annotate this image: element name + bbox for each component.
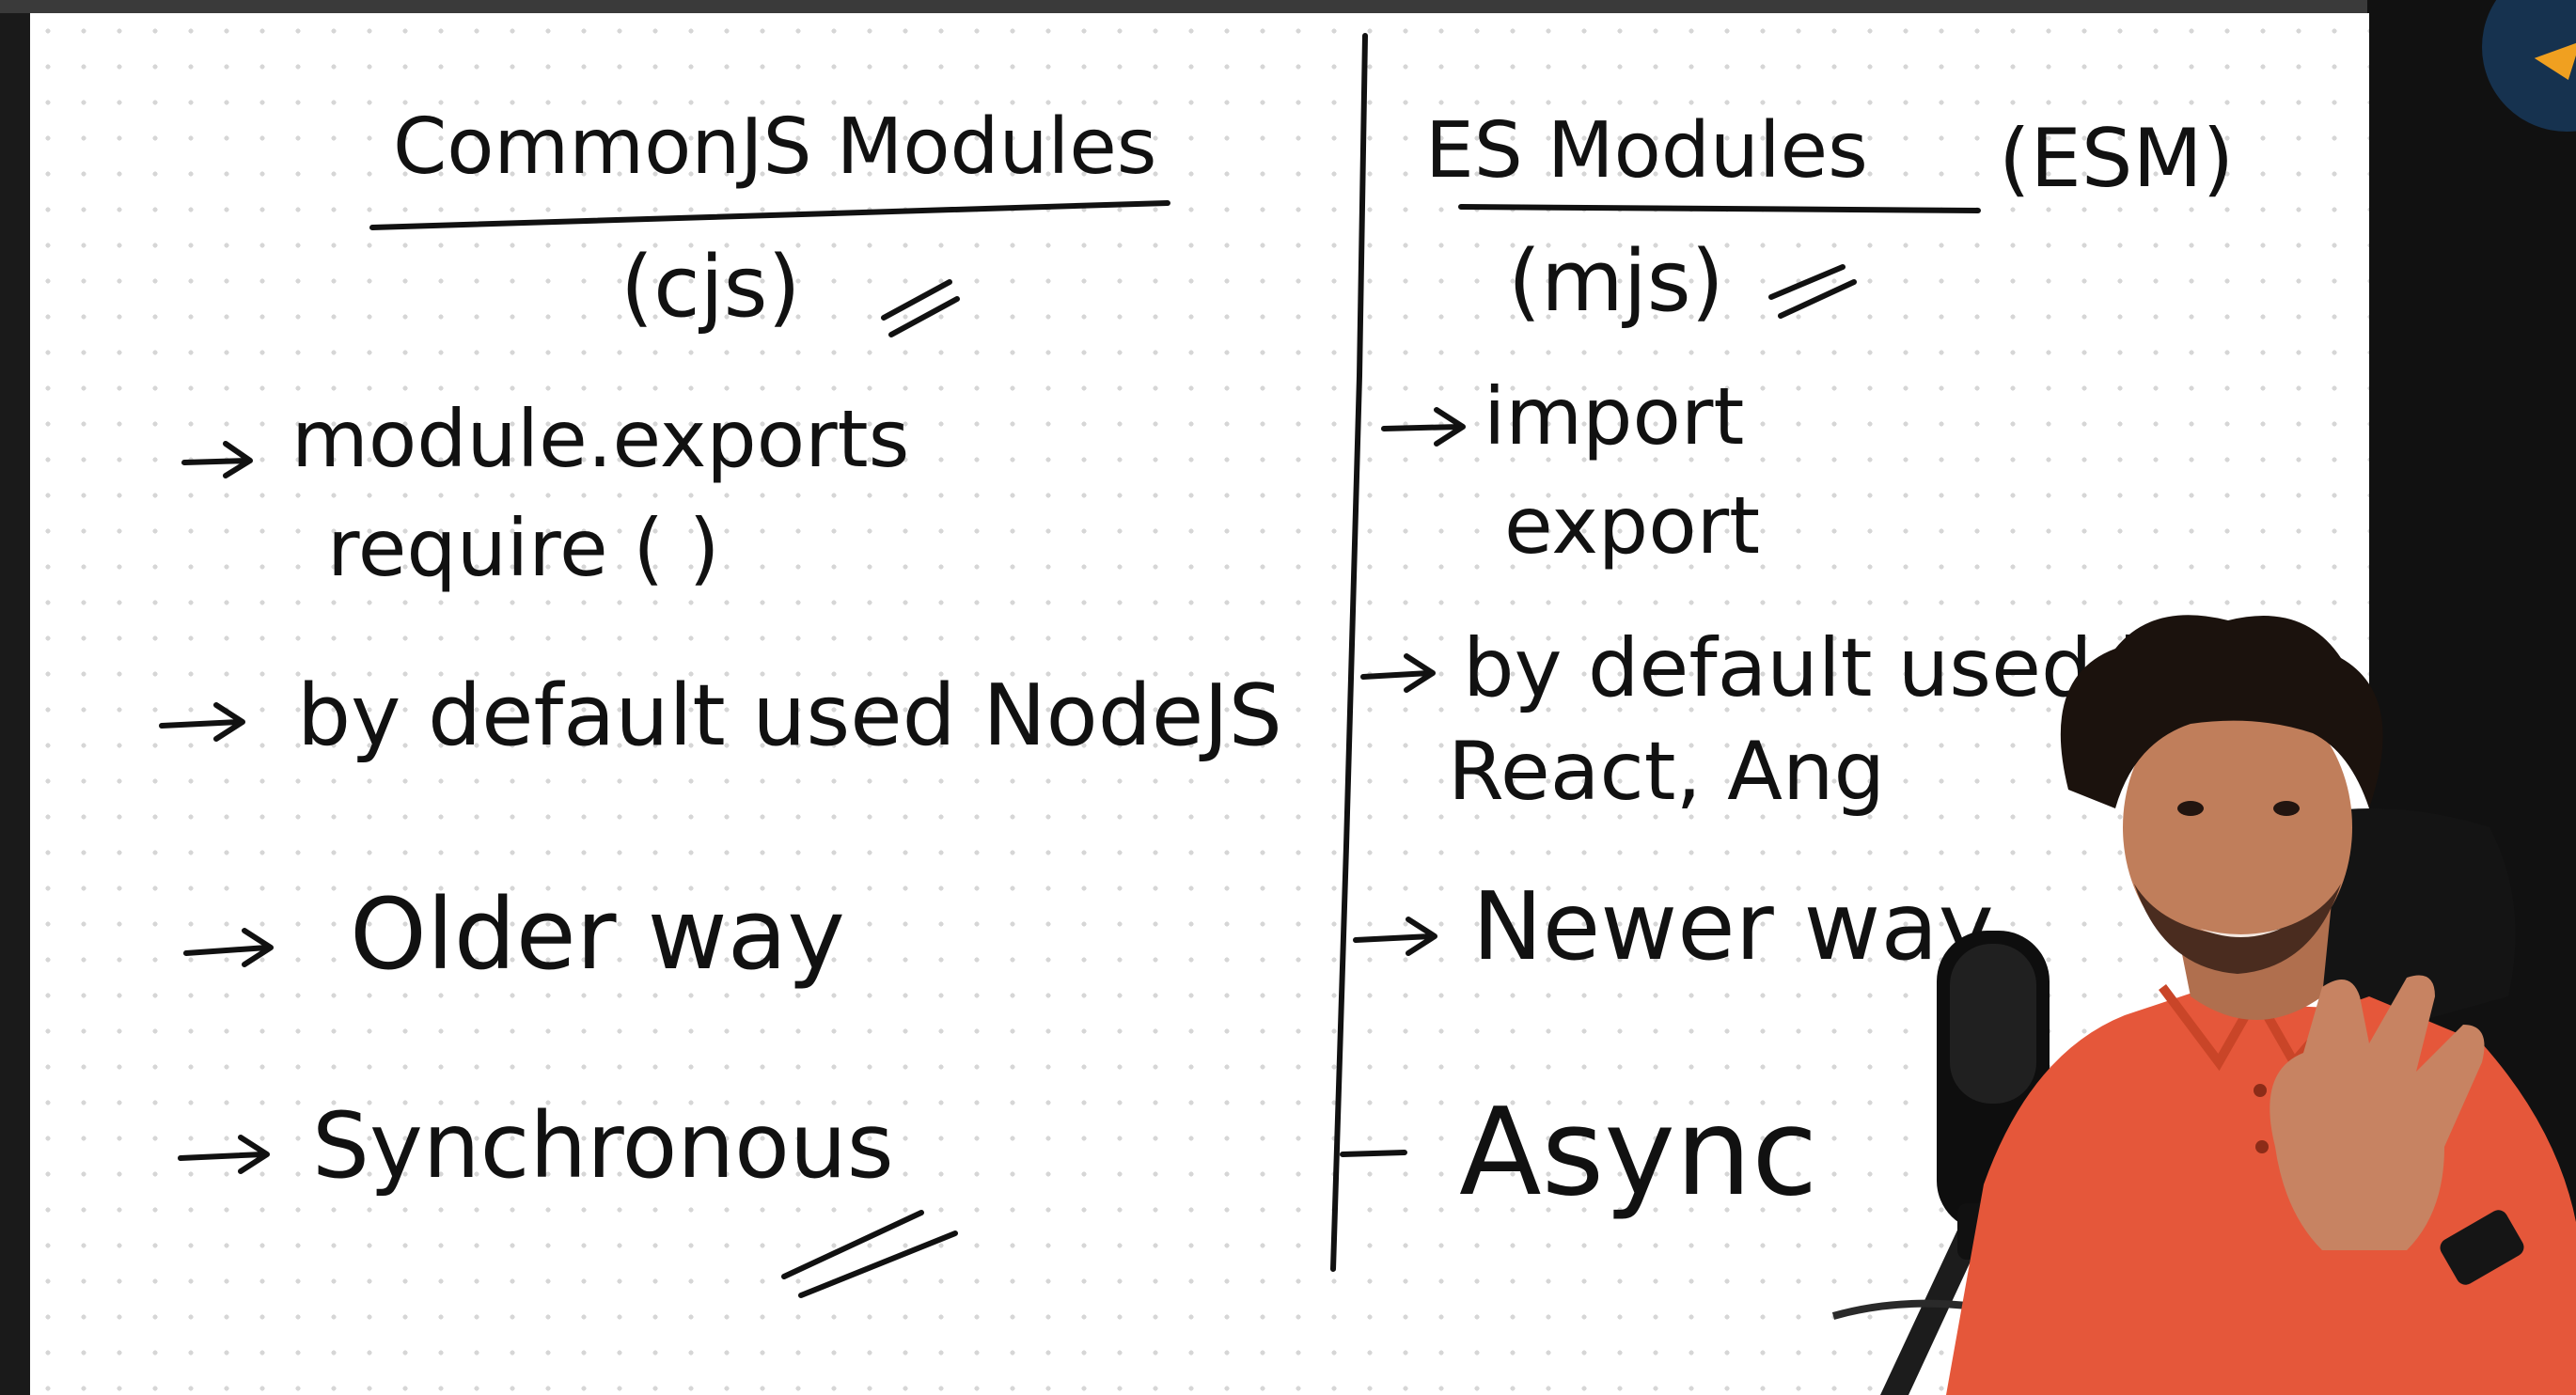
video-frame: CommonJS Modules (cjs) module.exports re… <box>0 0 2576 1395</box>
arrow-icon <box>178 1135 270 1174</box>
left-column-subtitle: (cjs) <box>620 238 801 337</box>
left-point-1-line-1: module.exports <box>291 393 909 485</box>
right-column-subtitle: (mjs) <box>1508 232 1724 331</box>
left-title-underline <box>369 200 1170 230</box>
right-point-1-line-1: import <box>1484 370 1744 462</box>
right-subtitle-marks <box>1768 264 1857 319</box>
right-point-1-line-2: export <box>1504 479 1760 572</box>
right-column-title-suffix: (ESM) <box>1999 112 2234 206</box>
dash-icon <box>1340 1150 1407 1157</box>
arrow-icon <box>183 928 274 967</box>
left-point-1-line-2: require ( ) <box>327 502 720 594</box>
whiteboard-ink: CommonJS Modules (cjs) module.exports re… <box>159 33 2234 1298</box>
left-point-2-line-1: by default used NodeJS <box>297 666 1282 765</box>
left-bottom-marks <box>781 1210 958 1298</box>
left-point-3-line-1: Older way <box>350 877 845 992</box>
left-subtitle-marks <box>881 279 960 337</box>
arrow-icon <box>1353 917 1437 956</box>
left-point-4-line-1: Synchronous <box>312 1093 894 1199</box>
right-point-4-line-1: Async <box>1459 1083 1818 1223</box>
right-column-title: ES Modules <box>1425 106 1868 196</box>
arrow-icon <box>181 441 253 478</box>
right-point-2-line-1: by default used in <box>1463 621 2191 715</box>
arrow-icon <box>1360 653 1436 693</box>
right-title-underline <box>1458 204 1981 213</box>
arrow-icon <box>1381 407 1466 447</box>
arrow-icon <box>159 702 245 742</box>
left-column-title: CommonJS Modules <box>393 102 1157 192</box>
right-point-3-line-1: Newer way <box>1472 871 1994 981</box>
right-point-2-line-2: React, Ang <box>1448 725 1885 819</box>
column-divider <box>1330 33 1368 1272</box>
